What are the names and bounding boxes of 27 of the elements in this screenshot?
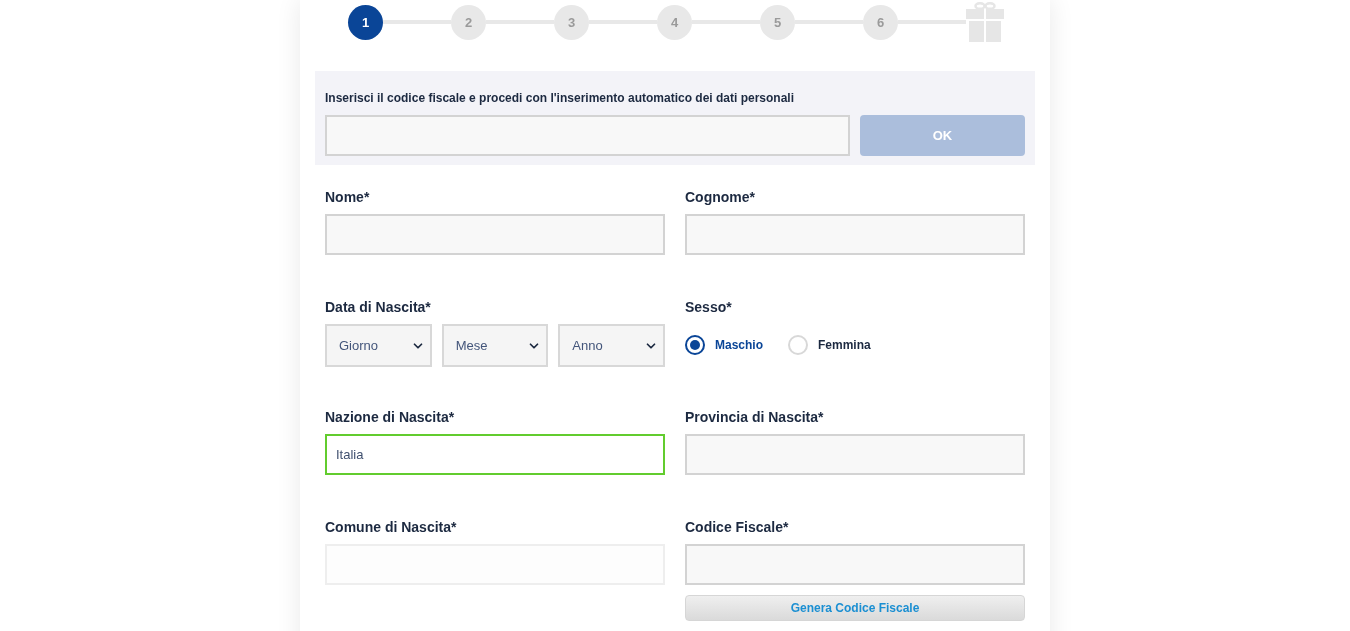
step-indicator: 3 bbox=[554, 4, 589, 40]
text-input[interactable]: Italia bbox=[325, 434, 665, 475]
step-indicator: 1 bbox=[348, 4, 383, 40]
dropdown-select[interactable]: Anno bbox=[558, 324, 665, 367]
field-label: Comune di Nascita* bbox=[325, 519, 458, 536]
text-input[interactable] bbox=[685, 434, 1025, 475]
field-label: Provincia di Nascita* bbox=[685, 409, 825, 426]
field-label: Sesso* bbox=[685, 299, 733, 316]
field-label: Nazione di Nascita* bbox=[325, 409, 456, 426]
radio-option[interactable]: Maschio bbox=[685, 334, 763, 355]
field-label: Codice Fiscale* bbox=[685, 519, 790, 536]
dropdown-select[interactable]: Mese bbox=[441, 324, 549, 367]
radio-option[interactable]: Femmina bbox=[788, 334, 871, 355]
field-label: Cognome* bbox=[685, 189, 756, 206]
text-input[interactable] bbox=[325, 214, 665, 255]
gift-icon bbox=[966, 2, 1004, 42]
step-indicator: 4 bbox=[657, 4, 692, 40]
step-indicator: 5 bbox=[760, 4, 795, 40]
text-input[interactable] bbox=[685, 544, 1025, 585]
step-indicator: 6 bbox=[863, 4, 898, 40]
text-input[interactable] bbox=[685, 214, 1025, 255]
field-label: Nome* bbox=[325, 189, 371, 206]
dropdown-select[interactable]: Giorno bbox=[325, 324, 432, 367]
instruction-text: Inserisci il codice fiscale e procedi con l'inserimento automatico dei dati personali bbox=[325, 91, 795, 105]
step-indicator: 2 bbox=[451, 4, 486, 40]
tax-code-input[interactable] bbox=[325, 115, 850, 156]
field-label: Data di Nascita* bbox=[325, 299, 432, 316]
